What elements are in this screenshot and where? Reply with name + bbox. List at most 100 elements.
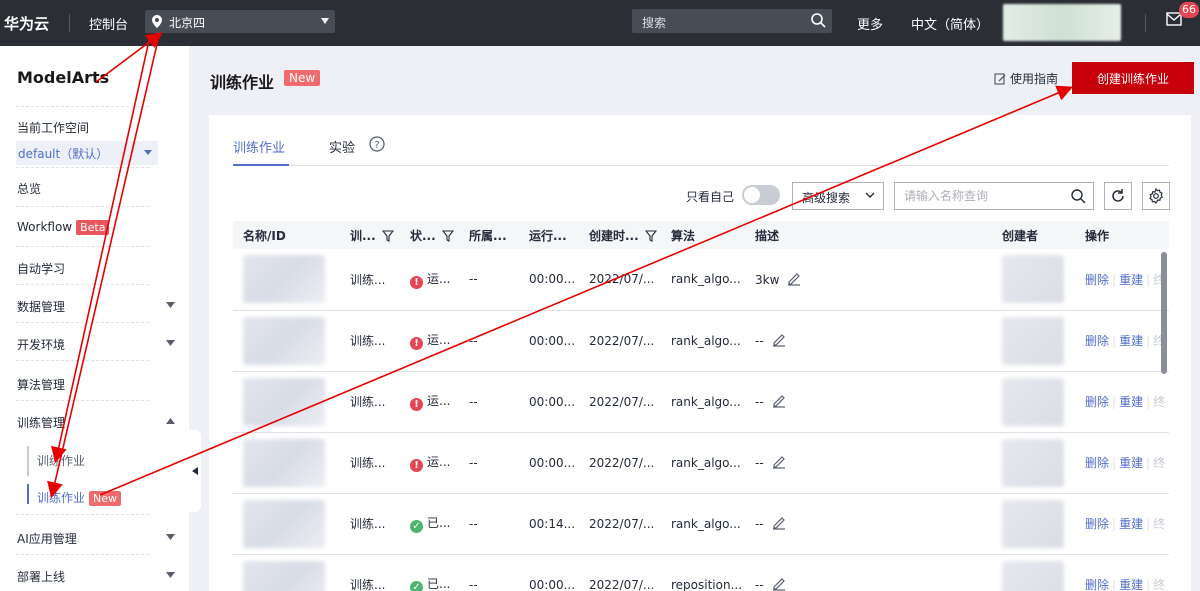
table-row[interactable]: 训练... ✓ 已... -- 00:00... 2022/07/... repositio… bbox=[233, 554, 1169, 591]
job-name-blurred[interactable] bbox=[243, 316, 325, 365]
stop-link[interactable]: 终 bbox=[1153, 456, 1165, 470]
sidebar-item-workflow[interactable]: Workflow Beta bbox=[17, 220, 110, 235]
rebuild-link[interactable]: 重建 bbox=[1119, 395, 1143, 409]
console-link[interactable]: 控制台 bbox=[89, 14, 128, 33]
stop-link[interactable]: 终 bbox=[1153, 578, 1165, 591]
rebuild-link[interactable]: 重建 bbox=[1119, 456, 1143, 470]
refresh-button[interactable] bbox=[1104, 182, 1132, 210]
table-row[interactable]: 训练...! 运... -- 00:00... 2022/07/... rank_algo… bbox=[233, 249, 1169, 311]
sidebar-subitem-training-job-new[interactable]: 训练作业 New bbox=[37, 489, 122, 506]
search-icon[interactable] bbox=[811, 13, 826, 28]
job-name-blurred[interactable] bbox=[243, 438, 325, 487]
table-scrollbar[interactable] bbox=[1161, 252, 1167, 374]
job-algorithm: rank_algo... bbox=[671, 394, 741, 409]
sidebar-item-training[interactable]: 训练管理 bbox=[17, 414, 65, 431]
edit-pencil-icon[interactable] bbox=[772, 516, 786, 530]
rebuild-link[interactable]: 重建 bbox=[1119, 273, 1143, 287]
column-header[interactable]: 描述 bbox=[745, 221, 992, 249]
tab-training-jobs[interactable]: 训练作业 bbox=[233, 137, 285, 156]
delete-link[interactable]: 删除 bbox=[1085, 517, 1109, 531]
sidebar-subitem-training-job[interactable]: 训练作业 bbox=[37, 452, 85, 469]
new-tag: New bbox=[89, 491, 122, 506]
tab-experiments[interactable]: 实验 bbox=[329, 137, 355, 156]
job-name-cell[interactable] bbox=[233, 493, 340, 555]
table-row[interactable]: 训练...! 运... -- 00:00... 2022/07/... rank_algo… bbox=[233, 310, 1169, 372]
job-creator-cell bbox=[992, 249, 1075, 311]
name-search-input[interactable] bbox=[904, 184, 1064, 208]
stop-link[interactable]: 终 bbox=[1153, 517, 1165, 531]
sidebar-item-deploy[interactable]: 部署上线 bbox=[17, 568, 65, 585]
create-training-job-button[interactable]: 创建训练作业 bbox=[1072, 62, 1194, 94]
job-algorithm: rank_algo... bbox=[671, 455, 741, 470]
sidebar-item-devenv[interactable]: 开发环境 bbox=[17, 336, 65, 353]
job-name-cell[interactable] bbox=[233, 432, 340, 494]
table-row[interactable]: 训练...! 运... -- 00:00... 2022/07/... rank_algo… bbox=[233, 432, 1169, 494]
help-icon[interactable]: ? bbox=[369, 136, 385, 152]
delete-link[interactable]: 删除 bbox=[1085, 578, 1109, 591]
edit-pencil-icon[interactable] bbox=[787, 272, 801, 286]
edit-pencil-icon[interactable] bbox=[772, 394, 786, 408]
column-header[interactable]: 运行... bbox=[519, 221, 579, 249]
job-name-blurred[interactable] bbox=[243, 255, 325, 304]
sidebar-item-algorithm[interactable]: 算法管理 bbox=[17, 376, 65, 393]
table-row[interactable]: 训练...! 运... -- 00:00... 2022/07/... rank_algo… bbox=[233, 371, 1169, 433]
job-status: 已... bbox=[427, 577, 451, 591]
job-name-cell[interactable] bbox=[233, 554, 340, 591]
user-guide-link[interactable]: 使用指南 bbox=[994, 70, 1058, 87]
job-desc-cell: -- bbox=[745, 371, 992, 433]
job-name-blurred[interactable] bbox=[243, 560, 325, 591]
stop-link[interactable]: 终 bbox=[1153, 395, 1165, 409]
column-header[interactable]: 创建时... bbox=[579, 221, 661, 249]
job-name-cell[interactable] bbox=[233, 371, 340, 433]
sidebar-item-data[interactable]: 数据管理 bbox=[17, 298, 65, 315]
column-header[interactable]: 算法 bbox=[661, 221, 745, 249]
job-name-blurred[interactable] bbox=[243, 499, 325, 548]
account-name-blurred[interactable] bbox=[1003, 4, 1121, 41]
advanced-search-button[interactable]: 高级搜索 bbox=[792, 182, 884, 210]
table-row[interactable]: 训练... ✓ 已... -- 00:14... 2022/07/... rank_algo… bbox=[233, 493, 1169, 555]
global-search[interactable]: 搜索 bbox=[632, 9, 832, 33]
settings-button[interactable] bbox=[1142, 182, 1170, 210]
filter-icon[interactable] bbox=[644, 229, 657, 242]
rebuild-link[interactable]: 重建 bbox=[1119, 517, 1143, 531]
submenu-indicator bbox=[27, 446, 29, 476]
edit-pencil-icon[interactable] bbox=[772, 455, 786, 469]
job-name-cell[interactable] bbox=[233, 310, 340, 372]
filter-icon[interactable] bbox=[441, 229, 454, 242]
search-icon[interactable] bbox=[1071, 189, 1086, 204]
filter-icon[interactable] bbox=[381, 229, 394, 242]
sidebar-item-overview[interactable]: 总览 bbox=[17, 180, 41, 197]
sidebar-collapse-handle[interactable] bbox=[189, 430, 201, 512]
sidebar-item-ai-app[interactable]: AI应用管理 bbox=[17, 530, 77, 547]
edit-pencil-icon[interactable] bbox=[772, 577, 786, 591]
column-header[interactable]: 状... bbox=[400, 221, 459, 249]
rebuild-link[interactable]: 重建 bbox=[1119, 578, 1143, 591]
language-selector[interactable]: 中文（简体） bbox=[911, 14, 989, 33]
job-type: 训练... bbox=[350, 517, 386, 531]
more-menu[interactable]: 更多 bbox=[857, 14, 883, 33]
column-header[interactable]: 所属... bbox=[459, 221, 519, 249]
delete-link[interactable]: 删除 bbox=[1085, 456, 1109, 470]
workspace-selector[interactable]: default（默认） bbox=[16, 141, 158, 165]
caret-down-icon bbox=[144, 150, 152, 155]
divider bbox=[16, 514, 149, 515]
column-header[interactable]: 名称/ID bbox=[233, 221, 340, 249]
job-name-blurred[interactable] bbox=[243, 377, 325, 426]
job-type: 训练... bbox=[350, 456, 386, 470]
job-ops-cell: 删除 | 重建 | 终 bbox=[1075, 310, 1169, 372]
sidebar-item-autolearn[interactable]: 自动学习 bbox=[17, 260, 65, 277]
divider bbox=[16, 284, 149, 285]
delete-link[interactable]: 删除 bbox=[1085, 395, 1109, 409]
region-selector[interactable]: 北京四 bbox=[145, 10, 335, 33]
rebuild-link[interactable]: 重建 bbox=[1119, 334, 1143, 348]
brand-logo[interactable]: 华为云 bbox=[4, 13, 49, 34]
job-name-cell[interactable] bbox=[233, 249, 340, 311]
column-header[interactable]: 创建者 bbox=[992, 221, 1075, 249]
only-me-toggle[interactable] bbox=[742, 185, 780, 205]
column-label: 创建时... bbox=[589, 228, 639, 243]
delete-link[interactable]: 删除 bbox=[1085, 273, 1109, 287]
edit-pencil-icon[interactable] bbox=[772, 333, 786, 347]
creator-blurred bbox=[1002, 255, 1064, 304]
delete-link[interactable]: 删除 bbox=[1085, 334, 1109, 348]
column-header[interactable]: 训... bbox=[340, 221, 400, 249]
